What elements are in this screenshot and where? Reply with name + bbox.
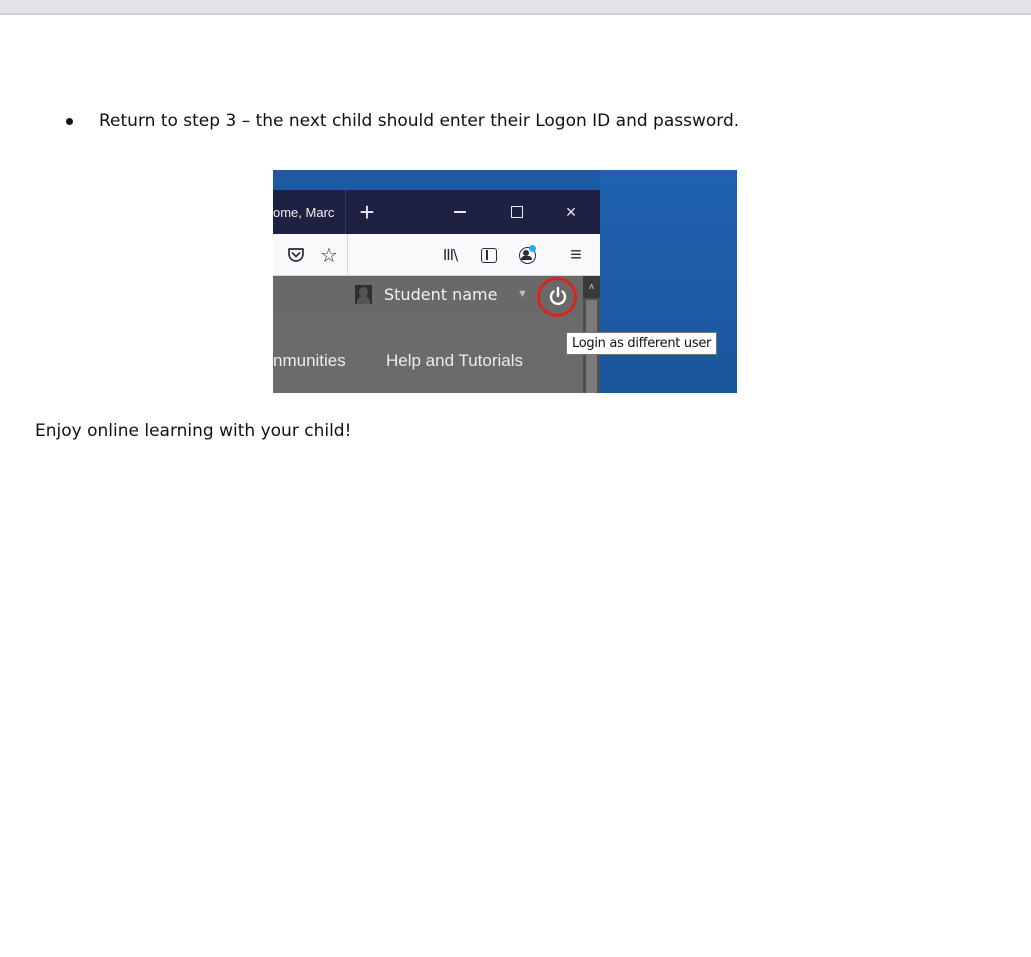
bullet-item: Return to step 3 – the next child should… — [66, 110, 739, 132]
library-icon[interactable]: III\ — [439, 244, 461, 266]
chevron-down-icon[interactable]: ▼ — [517, 288, 528, 300]
sidebar-icon[interactable] — [478, 244, 500, 266]
nav-item-communities[interactable]: nmunities — [273, 351, 346, 371]
url-bar[interactable]: ☆ — [273, 234, 348, 275]
new-tab-button[interactable]: + — [353, 190, 381, 234]
bullet-text: Return to step 3 – the next child should… — [99, 111, 740, 131]
desktop-background — [600, 170, 737, 393]
power-icon-shape — [549, 286, 567, 306]
pocket-icon-shape — [288, 248, 304, 262]
tooltip: Login as different user — [566, 332, 718, 355]
avatar-icon — [355, 285, 372, 304]
close-button[interactable]: × — [559, 190, 583, 234]
bullet-dot — [66, 117, 73, 125]
embedded-screenshot: ome, Marc + × ☆ III\ ≡ Student name ▼ nm… — [273, 170, 737, 393]
nav-item-help[interactable]: Help and Tutorials — [386, 351, 523, 371]
power-icon[interactable] — [545, 283, 571, 309]
notification-dot — [528, 244, 536, 252]
pocket-icon[interactable] — [285, 244, 307, 266]
minimize-icon — [454, 211, 466, 213]
browser-toolbar: ☆ III\ ≡ — [273, 234, 600, 276]
viewer-top-bar — [0, 0, 1031, 15]
star-icon[interactable]: ☆ — [318, 244, 340, 267]
tab-title: ome, Marc — [273, 204, 335, 220]
browser-window: ome, Marc + × ☆ III\ ≡ Student name ▼ nm… — [273, 190, 600, 393]
browser-titlebar: ome, Marc + × — [273, 190, 600, 234]
menu-icon[interactable]: ≡ — [565, 244, 587, 266]
account-icon[interactable] — [516, 244, 538, 266]
scroll-up-button[interactable]: ˄ — [583, 276, 600, 298]
minimize-button[interactable] — [448, 190, 472, 234]
browser-tab[interactable]: ome, Marc — [273, 190, 346, 234]
account-icon-shape — [518, 244, 536, 264]
web-page: Student name ▼ nmunities Help and Tutori… — [273, 276, 583, 393]
closing-text: Enjoy online learning with your child! — [35, 421, 352, 441]
sidebar-icon-frame — [481, 247, 497, 263]
maximize-icon — [511, 206, 523, 218]
maximize-button[interactable] — [505, 190, 529, 234]
user-name[interactable]: Student name — [384, 285, 497, 304]
